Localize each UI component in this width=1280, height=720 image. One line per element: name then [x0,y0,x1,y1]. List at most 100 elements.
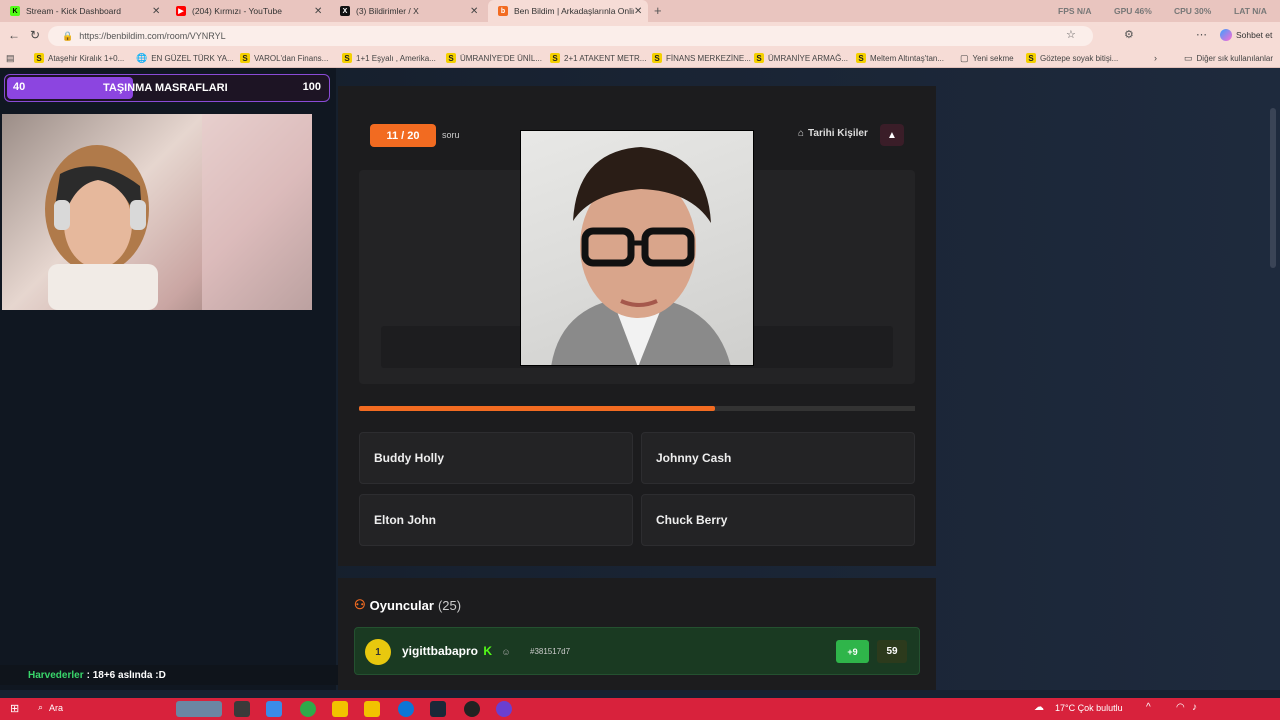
users-icon: ⚇ [354,597,366,612]
player-name-text: yigittbabapro [402,644,479,658]
new-tab-icon[interactable]: + [654,3,662,18]
bookmark-item[interactable]: S Ataşehir Kiralık 1+0... [34,53,124,63]
edge-icon[interactable] [398,701,414,717]
globe-icon: 🌐 [136,53,148,63]
tag-icon: ⌂ [798,128,805,139]
volume-icon[interactable]: ♪ [1192,702,1197,713]
chevron-up-icon[interactable]: ^ [1146,702,1151,713]
s-icon: S [34,53,44,63]
answer-option[interactable]: Buddy Holly [359,432,633,484]
close-icon[interactable]: ✕ [634,6,642,17]
bookmark-item[interactable]: S 1+1 Eşyalı , Amerika... [342,53,436,63]
answer-option[interactable]: Elton John [359,494,633,546]
benbildim-icon: b [498,6,508,16]
steam-icon[interactable] [430,701,446,717]
wifi-icon[interactable]: ◠ [1176,702,1185,713]
report-button[interactable]: ▲ [880,124,904,146]
copilot-icon [1220,29,1232,41]
back-icon[interactable]: ← [8,28,20,42]
portrait-image [551,147,731,365]
copilot-icon[interactable] [266,701,282,717]
streamer-figure [45,114,312,310]
players-title: Oyuncular [369,597,434,613]
player-delta: +9 [836,640,869,663]
fps-readout: FPS N/A [1058,6,1092,16]
folder-icon: ▭ [1184,53,1193,63]
task-view-icon[interactable] [234,701,250,717]
windows-taskbar: ⊞ ⌕ Ara ☁ 17°C Çok bulutlu ^ ◠ ♪ [0,698,1280,720]
weather-readout[interactable]: 17°C Çok bulutlu [1055,703,1123,713]
bookmark-item[interactable]: S Meltem Altıntaş'tan... [856,53,944,63]
file-explorer-icon[interactable] [332,701,348,717]
tab-kick-dashboard[interactable]: K Stream - Kick Dashboard ✕ [0,0,166,22]
favorite-star-icon[interactable]: ☆ [1066,28,1076,41]
player-name: yigittbabapro K ☺ [402,644,511,658]
bookmark-label: ÜMRANİYE ARMAĞ... [768,53,849,63]
goal-banner: 40 TAŞINMA MASRAFLARI 100 [4,74,330,102]
question-counter: 11 / 20 [370,124,436,147]
bookmark-label: Meltem Altıntaş'tan... [870,53,945,63]
obs-icon[interactable] [464,701,480,717]
s-icon: S [754,53,764,63]
player-id: #381517d7 [530,647,571,656]
other-bookmarks[interactable]: ▭ Diğer sık kullanılanlar [1184,53,1273,64]
taskbar-search[interactable]: ⌕ Ara [38,702,63,713]
app-icon[interactable] [496,701,512,717]
player-score: 59 [877,640,907,663]
bookmark-item[interactable]: S VAROL'dan Finans... [240,53,328,63]
bookmark-item[interactable]: ▢ Yeni sekme [960,53,1014,64]
bookmark-item[interactable]: S Göztepe soyak bitişi... [1026,53,1118,63]
close-icon[interactable]: ✕ [314,6,322,17]
url-input[interactable]: 🔒 https://benbildim.com/room/VYNRYL [48,26,1093,46]
extensions-icon[interactable]: ⚙ [1124,28,1134,41]
youtube-icon: ▶ [176,6,186,16]
bookmark-label: FİNANS MERKEZİNE... [666,53,751,63]
more-menu-icon[interactable]: ⋯ [1196,28,1207,41]
add-friend-icon[interactable]: ☺ [501,647,510,657]
warning-icon: ▲ [887,129,897,141]
tab-youtube[interactable]: ▶ (204) Kırmızı - YouTube ✕ [166,0,330,22]
bookmark-label: VAROL'dan Finans... [254,53,329,63]
bookmark-label: ÜMRANİYE'DE ÜNİL... [460,53,542,63]
close-icon[interactable]: ✕ [152,6,160,17]
copilot-chat-button[interactable]: Sohbet et [1220,29,1272,41]
chevron-right-icon[interactable]: › [1154,53,1157,63]
s-icon: S [550,53,560,63]
bookmark-list-icon[interactable]: ▤ [6,53,15,64]
bookmark-label: Ataşehir Kiralık 1+0... [48,53,125,63]
bookmark-item[interactable]: S FİNANS MERKEZİNE... [652,53,751,63]
tab-label: (204) Kırmızı - YouTube [192,6,282,16]
question-counter-label: soru [442,130,460,140]
x-icon: X [340,6,350,16]
bookmark-label: 1+1 Eşyalı , Amerika... [356,53,436,63]
bookmark-item[interactable]: S 2+1 ATAKENT METR... [550,53,646,63]
close-icon[interactable]: ✕ [470,6,478,17]
s-icon: S [652,53,662,63]
reload-icon[interactable]: ↻ [30,28,40,42]
chrome-icon[interactable] [300,701,316,717]
calendar-icon[interactable] [364,701,380,717]
bookmark-label: 2+1 ATAKENT METR... [564,53,647,63]
chat-text: : 18+6 aslında :D [86,669,166,681]
widget-thumbnail-icon[interactable] [176,701,222,717]
scrollbar-thumb[interactable] [1270,108,1276,268]
timer-progress-bar [359,406,915,411]
category-label: Tarihi Kişiler [808,128,868,139]
answer-option[interactable]: Johnny Cash [641,432,915,484]
answer-option[interactable]: Chuck Berry [641,494,915,546]
tab-label: Ben Bildim | Arkadaşlarınla Online [514,6,634,16]
player-rank: 1 [365,639,391,665]
bookmark-label: EN GÜZEL TÜRK YA... [151,54,234,63]
s-icon: S [240,53,250,63]
bookmark-item[interactable]: S ÜMRANİYE ARMAĞ... [754,53,848,63]
kick-icon: K [10,6,20,16]
bookmark-item[interactable]: S ÜMRANİYE'DE ÜNİL... [446,53,542,63]
bookmark-item[interactable]: 🌐 EN GÜZEL TÜRK YA... [136,53,234,64]
taskbar-search-label: Ara [49,702,64,713]
s-icon: S [1026,53,1036,63]
chat-button-label: Sohbet et [1236,30,1273,40]
tab-x-notifications[interactable]: X (3) Bildirimler / X ✕ [330,0,484,22]
windows-start-icon[interactable]: ⊞ [10,702,19,715]
tab-benbildim[interactable]: b Ben Bildim | Arkadaşlarınla Online ✕ [488,0,648,22]
timer-progress-fill [359,406,715,411]
